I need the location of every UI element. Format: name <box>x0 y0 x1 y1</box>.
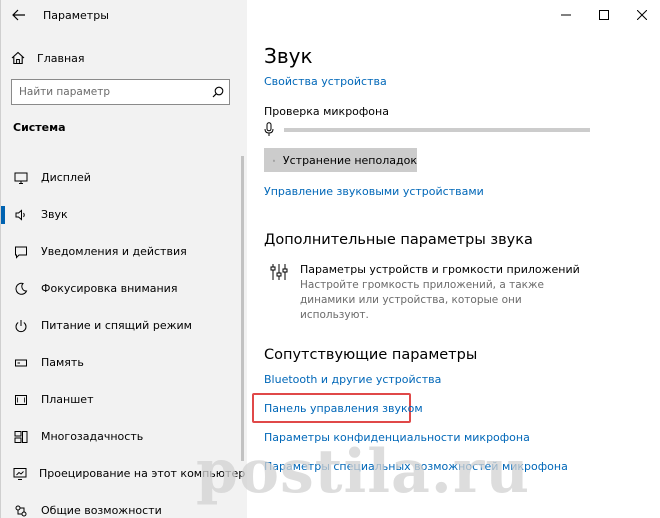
sound-control-panel-link[interactable]: Панель управления звуком <box>264 402 423 415</box>
search-box[interactable] <box>11 79 230 105</box>
mic-level-bar <box>284 127 590 132</box>
sidebar-section-title: Система <box>13 121 66 134</box>
projection-icon <box>13 466 27 482</box>
window-controls <box>547 0 660 30</box>
maximize-icon <box>599 10 609 20</box>
sidebar-item-label: Планшет <box>41 393 94 406</box>
device-properties-link[interactable]: Свойства устройства <box>264 75 387 88</box>
sidebar-item-multitasking[interactable]: Многозадачность <box>1 418 239 455</box>
warning-icon <box>273 159 275 161</box>
nav-home[interactable]: Главная <box>11 47 231 69</box>
manage-sound-devices-link[interactable]: Управление звуковыми устройствами <box>264 185 484 198</box>
sidebar-item-label: Многозадачность <box>41 430 144 443</box>
page-title: Звук <box>264 44 313 68</box>
app-volume-settings-item[interactable]: Параметры устройств и громкости приложен… <box>270 263 580 323</box>
sidebar-item-focus[interactable]: Фокусировка внимания <box>1 270 239 307</box>
mic-test-label: Проверка микрофона <box>264 105 389 118</box>
mic-accessibility-settings-link[interactable]: Параметры специальных возможностей микро… <box>264 460 568 473</box>
microphone-icon <box>264 122 274 136</box>
sidebar-item-tablet[interactable]: Планшет <box>1 381 239 418</box>
nav-home-label: Главная <box>37 51 85 65</box>
multitasking-icon <box>13 429 29 445</box>
sidebar-item-label: Проецирование на этот компьютер <box>39 467 246 480</box>
search-input[interactable] <box>12 86 208 98</box>
sidebar-item-power[interactable]: Питание и спящий режим <box>1 307 239 344</box>
monitor-icon <box>13 170 29 186</box>
sidebar-scrollbar[interactable] <box>241 156 244 461</box>
speaker-icon <box>13 207 29 223</box>
troubleshoot-button[interactable]: Устранение неполадок <box>264 148 417 172</box>
sidebar-item-projection[interactable]: Проецирование на этот компьютер <box>1 455 245 492</box>
sidebar-item-storage[interactable]: Память <box>1 344 239 381</box>
sidebar-item-label: Память <box>41 356 84 369</box>
sidebar: Параметры Главная Система <box>1 0 247 518</box>
main-content: Звук Свойства устройства Проверка микроф… <box>247 0 660 518</box>
related-settings-heading: Сопутствующие параметры <box>264 347 478 363</box>
close-icon <box>637 10 647 20</box>
app-volume-settings-description: Настройте громкость приложений, а также … <box>300 279 544 321</box>
home-icon <box>11 51 25 65</box>
sidebar-item-label: Дисплей <box>41 171 91 184</box>
storage-icon <box>13 355 29 371</box>
minimize-button[interactable] <box>547 0 585 30</box>
settings-window: Параметры Главная Система <box>0 0 660 518</box>
shared-experiences-icon <box>13 503 29 518</box>
sidebar-nav: Дисплей Звук Уведомления и действия Фоку… <box>1 159 247 518</box>
power-icon <box>13 318 29 334</box>
mixer-icon <box>270 264 288 280</box>
app-volume-settings-text: Параметры устройств и громкости приложен… <box>300 263 580 323</box>
mic-privacy-settings-link[interactable]: Параметры конфиденциальности микрофона <box>264 431 530 444</box>
advanced-sound-heading: Дополнительные параметры звука <box>264 232 533 248</box>
sidebar-item-sound[interactable]: Звук <box>1 196 239 233</box>
moon-icon <box>13 281 29 297</box>
sidebar-item-label: Общие возможности <box>41 504 162 517</box>
titlebar: Параметры <box>1 0 247 30</box>
app-volume-settings-title: Параметры устройств и громкости приложен… <box>300 263 580 276</box>
maximize-button[interactable] <box>585 0 623 30</box>
back-arrow-icon <box>12 9 25 21</box>
minimize-icon <box>561 14 571 16</box>
close-button[interactable] <box>623 0 660 30</box>
tablet-icon <box>13 392 29 408</box>
back-button[interactable] <box>1 0 37 30</box>
troubleshoot-button-label: Устранение неполадок <box>282 153 417 167</box>
sidebar-item-label: Фокусировка внимания <box>41 282 178 295</box>
sidebar-item-notifications[interactable]: Уведомления и действия <box>1 233 239 270</box>
sidebar-item-label: Звук <box>41 208 68 221</box>
notification-icon <box>13 244 29 260</box>
sidebar-item-label: Питание и спящий режим <box>41 319 192 332</box>
bluetooth-devices-link[interactable]: Bluetooth и другие устройства <box>264 373 441 386</box>
search-icon[interactable] <box>207 86 229 98</box>
sidebar-item-display[interactable]: Дисплей <box>1 159 239 196</box>
app-title: Параметры <box>43 8 109 22</box>
sidebar-item-shared-experiences[interactable]: Общие возможности <box>1 492 239 518</box>
sidebar-item-label: Уведомления и действия <box>41 245 187 258</box>
mic-test-row <box>264 122 590 137</box>
